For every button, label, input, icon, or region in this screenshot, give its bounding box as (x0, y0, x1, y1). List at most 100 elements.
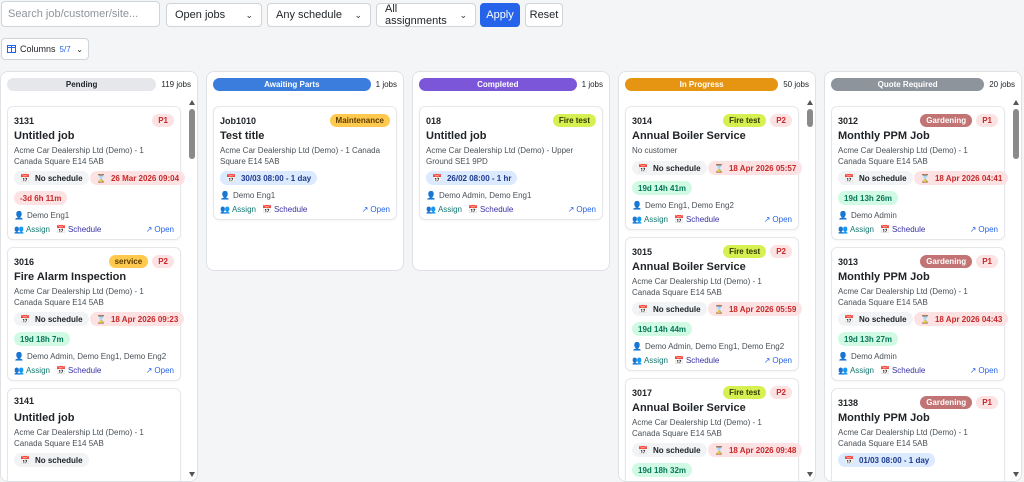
open-link[interactable]: ↗ Open (764, 215, 792, 224)
job-card-3131[interactable]: 3131 P1 Untitled job Acme Car Dealership… (7, 106, 186, 240)
assign-link[interactable]: 👥 Assign (14, 366, 50, 375)
assign-link[interactable]: 👥 Assign (220, 205, 256, 214)
open-link[interactable]: ↗ Open (362, 205, 390, 214)
assign-link[interactable]: 👥 Assign (426, 205, 462, 214)
open-link[interactable]: ↗ Open (764, 356, 792, 365)
schedule-filter-select[interactable]: Any schedule ⌄ (267, 3, 371, 27)
external-link-icon: ↗ (763, 215, 771, 224)
job-location: Acme Car Dealership Ltd (Demo) - 1 Canad… (14, 146, 144, 166)
job-card-job1010[interactable]: Job1010 Maintenance Test title Acme Car … (213, 106, 397, 220)
external-link-icon: ↗ (361, 205, 369, 214)
assign-link[interactable]: 👥 Assign (838, 366, 874, 375)
search-input[interactable] (1, 1, 160, 27)
open-link[interactable]: ↗ Open (970, 366, 998, 375)
assignees: 👤 Demo Admin, Demo Eng1, Demo Eng2 (14, 352, 167, 361)
column-title: Pending (7, 78, 157, 91)
hourglass-icon: ⌛ (96, 314, 106, 324)
columns-label: Columns (20, 44, 56, 54)
reset-button[interactable]: Reset (525, 3, 563, 27)
job-location: Acme Car Dealership Ltd (Demo) - 1 Canad… (14, 428, 144, 448)
columns-count: 5/7 (59, 44, 71, 54)
assignment-filter-value: All assignments (385, 3, 447, 27)
column-header: In Progress 50 jobs (625, 78, 809, 91)
job-title: Untitled job (14, 130, 75, 142)
user-icon: 👤 (220, 191, 230, 200)
kanban-board: Pending 119 jobs 3131 P1 Untitled job Ac… (0, 71, 1024, 482)
assignees: 👤 Demo Admin, Demo Eng1 (426, 191, 532, 200)
job-card-018[interactable]: 018 Fire test Untitled job Acme Car Deal… (419, 106, 603, 220)
job-id: 3014 (632, 115, 653, 126)
external-link-icon: ↗ (567, 205, 575, 214)
column-scrollbar[interactable] (1013, 100, 1019, 477)
calendar-icon: 📅 (20, 314, 30, 324)
apply-button[interactable]: Apply (480, 3, 520, 27)
open-link[interactable]: ↗ Open (146, 225, 174, 234)
calendar-icon: 📅 (673, 215, 684, 224)
calendar-icon: 📅 (467, 205, 478, 214)
job-card-3017[interactable]: 3017 Fire test P2 Annual Boiler Service A… (625, 378, 803, 481)
job-id: Job1010 (220, 115, 257, 126)
assignees: 👤 Demo Eng1 (220, 191, 276, 200)
assign-link[interactable]: 👥 Assign (632, 215, 668, 224)
job-type-badge: Gardening (920, 114, 973, 127)
schedule-link[interactable]: 📅 Schedule (56, 366, 101, 375)
job-title: Annual Boiler Service (632, 402, 746, 414)
assign-link[interactable]: 👥 Assign (838, 225, 874, 234)
external-link-icon: ↗ (969, 366, 977, 375)
job-title: Monthly PPM Job (838, 271, 930, 283)
job-location: Acme Car Dealership Ltd (Demo) - 1 Canad… (838, 146, 968, 166)
assignment-filter-select[interactable]: All assignments ⌄ (376, 3, 476, 27)
column-title: Completed (419, 78, 577, 91)
job-card-3138[interactable]: 3138 Gardening P1 Monthly PPM Job Acme Ca… (831, 388, 1005, 481)
due-date-chip: ⌛ 18 Apr 2026 05:57 (708, 161, 803, 175)
time-remaining-chip: 19d 14h 44m (632, 322, 693, 336)
calendar-icon: 📅 (638, 163, 648, 173)
open-link[interactable]: ↗ Open (970, 225, 998, 234)
job-card-3014[interactable]: 3014 Fire test P2 Annual Boiler Service N… (625, 106, 803, 230)
schedule-link[interactable]: 📅 Schedule (468, 205, 513, 214)
priority-badge: P2 (770, 114, 792, 127)
schedule-link[interactable]: 📅 Schedule (674, 215, 719, 224)
assignees: 👤 Demo Admin, Demo Eng1, Demo Eng2 (632, 342, 785, 351)
job-type-badge: Fire test (723, 114, 767, 127)
assign-link[interactable]: 👥 Assign (14, 225, 50, 234)
column-scrollbar[interactable] (189, 100, 195, 477)
calendar-icon: 📅 (638, 304, 648, 314)
time-remaining-chip: 19d 18h 7m (14, 332, 70, 346)
schedule-link[interactable]: 📅 Schedule (674, 356, 719, 365)
schedule-link[interactable]: 📅 Schedule (262, 205, 307, 214)
schedule-link[interactable]: 📅 Schedule (56, 225, 101, 234)
job-location: Acme Car Dealership Ltd (Demo) - 1 Canad… (838, 428, 968, 448)
job-type-badge: Gardening (920, 255, 973, 268)
columns-toggle-button[interactable]: Columns 5/7 ⌄ (1, 38, 89, 60)
external-link-icon: ↗ (145, 366, 153, 375)
schedule-link[interactable]: 📅 Schedule (880, 225, 925, 234)
job-card-3016[interactable]: 3016 service P2 Fire Alarm Inspection Acm… (7, 247, 185, 381)
job-title: Monthly PPM Job (838, 130, 930, 142)
user-icon: 👤 (632, 201, 642, 210)
column-quote-required: Quote Required 20 jobs 3012 Gardening P1 … (824, 71, 1022, 482)
status-filter-select[interactable]: Open jobs ⌄ (166, 3, 262, 27)
chevron-down-icon: ⌄ (459, 9, 467, 20)
open-link[interactable]: ↗ Open (146, 366, 174, 375)
job-card-3013[interactable]: 3013 Gardening P1 Monthly PPM Job Acme Ca… (831, 247, 1009, 381)
filter-toolbar: Open jobs ⌄ Any schedule ⌄ All assignmen… (0, 0, 1024, 30)
assignees: 👤 Demo Eng1, Demo Eng2 (632, 201, 734, 210)
user-icon: 👤 (14, 211, 24, 220)
schedule-link[interactable]: 📅 Schedule (880, 366, 925, 375)
external-link-icon: ↗ (969, 225, 977, 234)
column-scrollbar[interactable] (807, 100, 813, 477)
calendar-icon: 📅 (261, 205, 272, 214)
calendar-icon: 📅 (55, 366, 66, 375)
users-icon: 👥 (220, 205, 230, 214)
open-link[interactable]: ↗ Open (568, 205, 596, 214)
job-card-3141[interactable]: 3141 Untitled job Acme Car Dealership Lt… (7, 388, 181, 481)
column-title: Quote Required (831, 78, 985, 91)
job-card-3012[interactable]: 3012 Gardening P1 Monthly PPM Job Acme Ca… (831, 106, 1009, 240)
job-title: Monthly PPM Job (838, 412, 930, 424)
assign-link[interactable]: 👥 Assign (632, 356, 668, 365)
job-id: 3017 (632, 387, 653, 398)
job-title: Untitled job (14, 412, 75, 424)
job-card-3015[interactable]: 3015 Fire test P2 Annual Boiler Service A… (625, 237, 803, 371)
column-header: Pending 119 jobs (7, 78, 191, 91)
